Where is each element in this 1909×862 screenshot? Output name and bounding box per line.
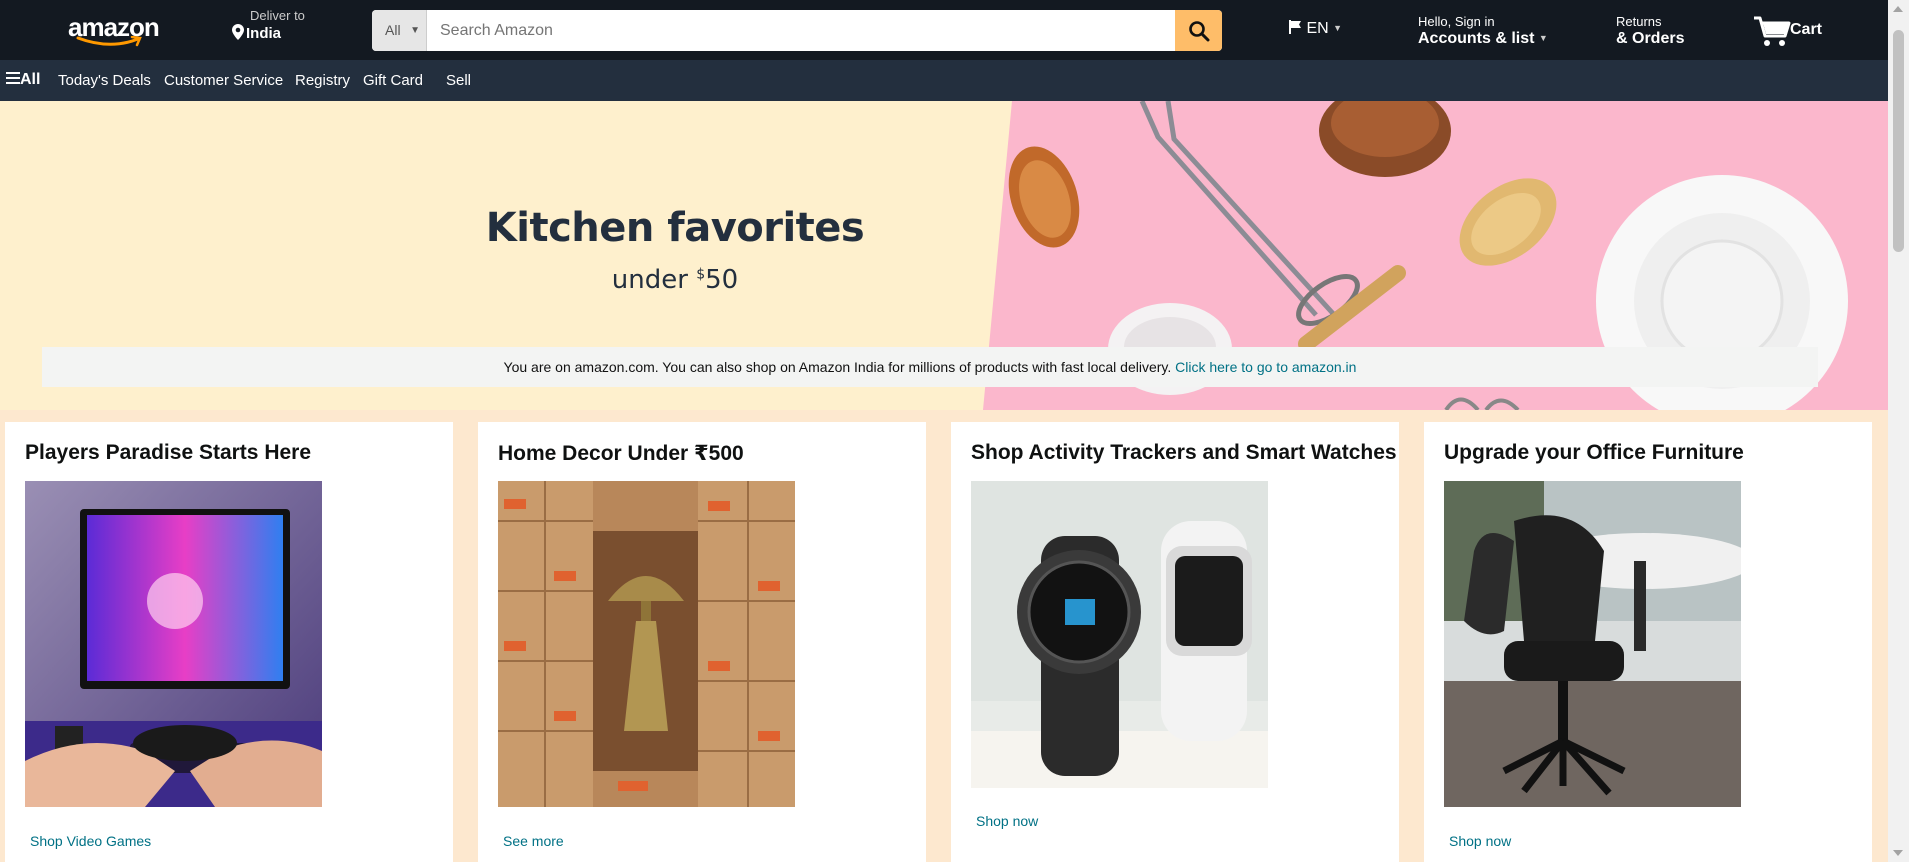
locale-notice: You are on amazon.com. You can also shop… [42,347,1818,387]
search-bar: All ▼ [372,10,1222,51]
account-menu[interactable]: Hello, Sign in Accounts & list ▼ [1418,14,1548,48]
nav-todays-deals[interactable]: Today's Deals [58,72,151,89]
logo-smile-icon [76,36,142,47]
top-nav-bar: amazon Deliver to India All ▼ Search Ama… [0,0,1888,60]
amazon-in-link[interactable]: Click here to go to amazon.in [1175,359,1356,375]
amazon-logo[interactable]: amazon [68,12,160,47]
cart-label: Cart [1790,21,1823,38]
returns-label: Returns [1616,14,1662,29]
language-selector[interactable]: EN ▼ [1288,20,1342,38]
card-video-games: Players Paradise Starts Here Shop Video … [5,422,453,862]
sub-nav-bar: All Today's Deals Customer Service Regis… [0,60,1888,101]
chevron-down-icon: ▼ [410,25,420,36]
card-smart-watches: Shop Activity Trackers and Smart Watches… [951,422,1399,862]
returns-orders-link[interactable]: Returns & Orders [1616,14,1684,48]
card-home-decor: Home Decor Under ₹500 See more [478,422,926,862]
card-title[interactable]: Shop Activity Trackers and Smart Watches [971,441,1397,465]
nav-registry[interactable]: Registry [295,72,350,89]
card-title[interactable]: Upgrade your Office Furniture [1444,441,1744,465]
flag-icon [1289,20,1301,34]
scroll-down-arrow-icon[interactable] [1893,850,1903,856]
deliver-location-text: India [246,25,282,42]
deliver-to-label: Deliver to [250,8,305,23]
home-decor-lamp-image[interactable] [498,481,795,807]
vertical-scrollbar[interactable] [1888,0,1909,862]
deliver-location: India [232,24,305,43]
caret-down-icon: ▼ [1538,33,1548,43]
shop-now-link[interactable]: Shop now [1449,833,1511,849]
see-more-link[interactable]: See more [503,833,564,849]
page: amazon Deliver to India All ▼ Search Ama… [0,0,1888,862]
account-label-text: Accounts & list [1418,30,1535,47]
hero-subtitle: under $50 [430,265,920,295]
shop-video-games-link[interactable]: Shop Video Games [30,833,151,849]
scrollbar-thumb[interactable] [1893,30,1904,252]
nav-customer-service[interactable]: Customer Service [164,72,283,89]
search-category-label: All [385,22,401,38]
caret-down-icon: ▼ [1333,23,1343,33]
location-pin-icon [232,24,244,40]
hero-currency: $ [696,266,706,283]
smart-watches-image[interactable] [971,481,1268,788]
hero-subtitle-prefix: under [611,265,697,295]
scroll-up-arrow-icon[interactable] [1893,6,1903,12]
card-title[interactable]: Players Paradise Starts Here [25,441,311,465]
hero-title: Kitchen favorites [485,205,865,251]
shop-now-link[interactable]: Shop now [976,813,1038,829]
search-icon [1188,20,1209,41]
hero-amount: 50 [705,265,739,295]
orders-label: & Orders [1616,30,1685,47]
search-button[interactable] [1175,10,1222,51]
gaming-setup-image[interactable] [25,481,322,807]
hamburger-icon [6,72,20,84]
search-input[interactable] [428,10,1144,51]
account-label: Accounts & list ▼ [1418,29,1548,48]
nav-gift-card[interactable]: Gift Card [363,72,423,89]
locale-notice-text: You are on amazon.com. You can also shop… [503,359,1176,375]
account-greeting: Hello, Sign in [1418,14,1495,29]
deliver-to-selector[interactable]: Deliver to India [232,8,305,43]
all-menu-button[interactable]: All [6,71,40,89]
all-menu-label: All [20,71,41,88]
office-chairs-image[interactable] [1444,481,1741,807]
nav-sell[interactable]: Sell [446,72,471,89]
card-title[interactable]: Home Decor Under ₹500 [498,441,744,466]
card-office-furniture: Upgrade your Office Furniture Shop now [1424,422,1872,862]
search-category-dropdown[interactable]: All ▼ [372,10,427,51]
language-label: EN [1306,20,1329,37]
cart-icon [1754,16,1791,46]
